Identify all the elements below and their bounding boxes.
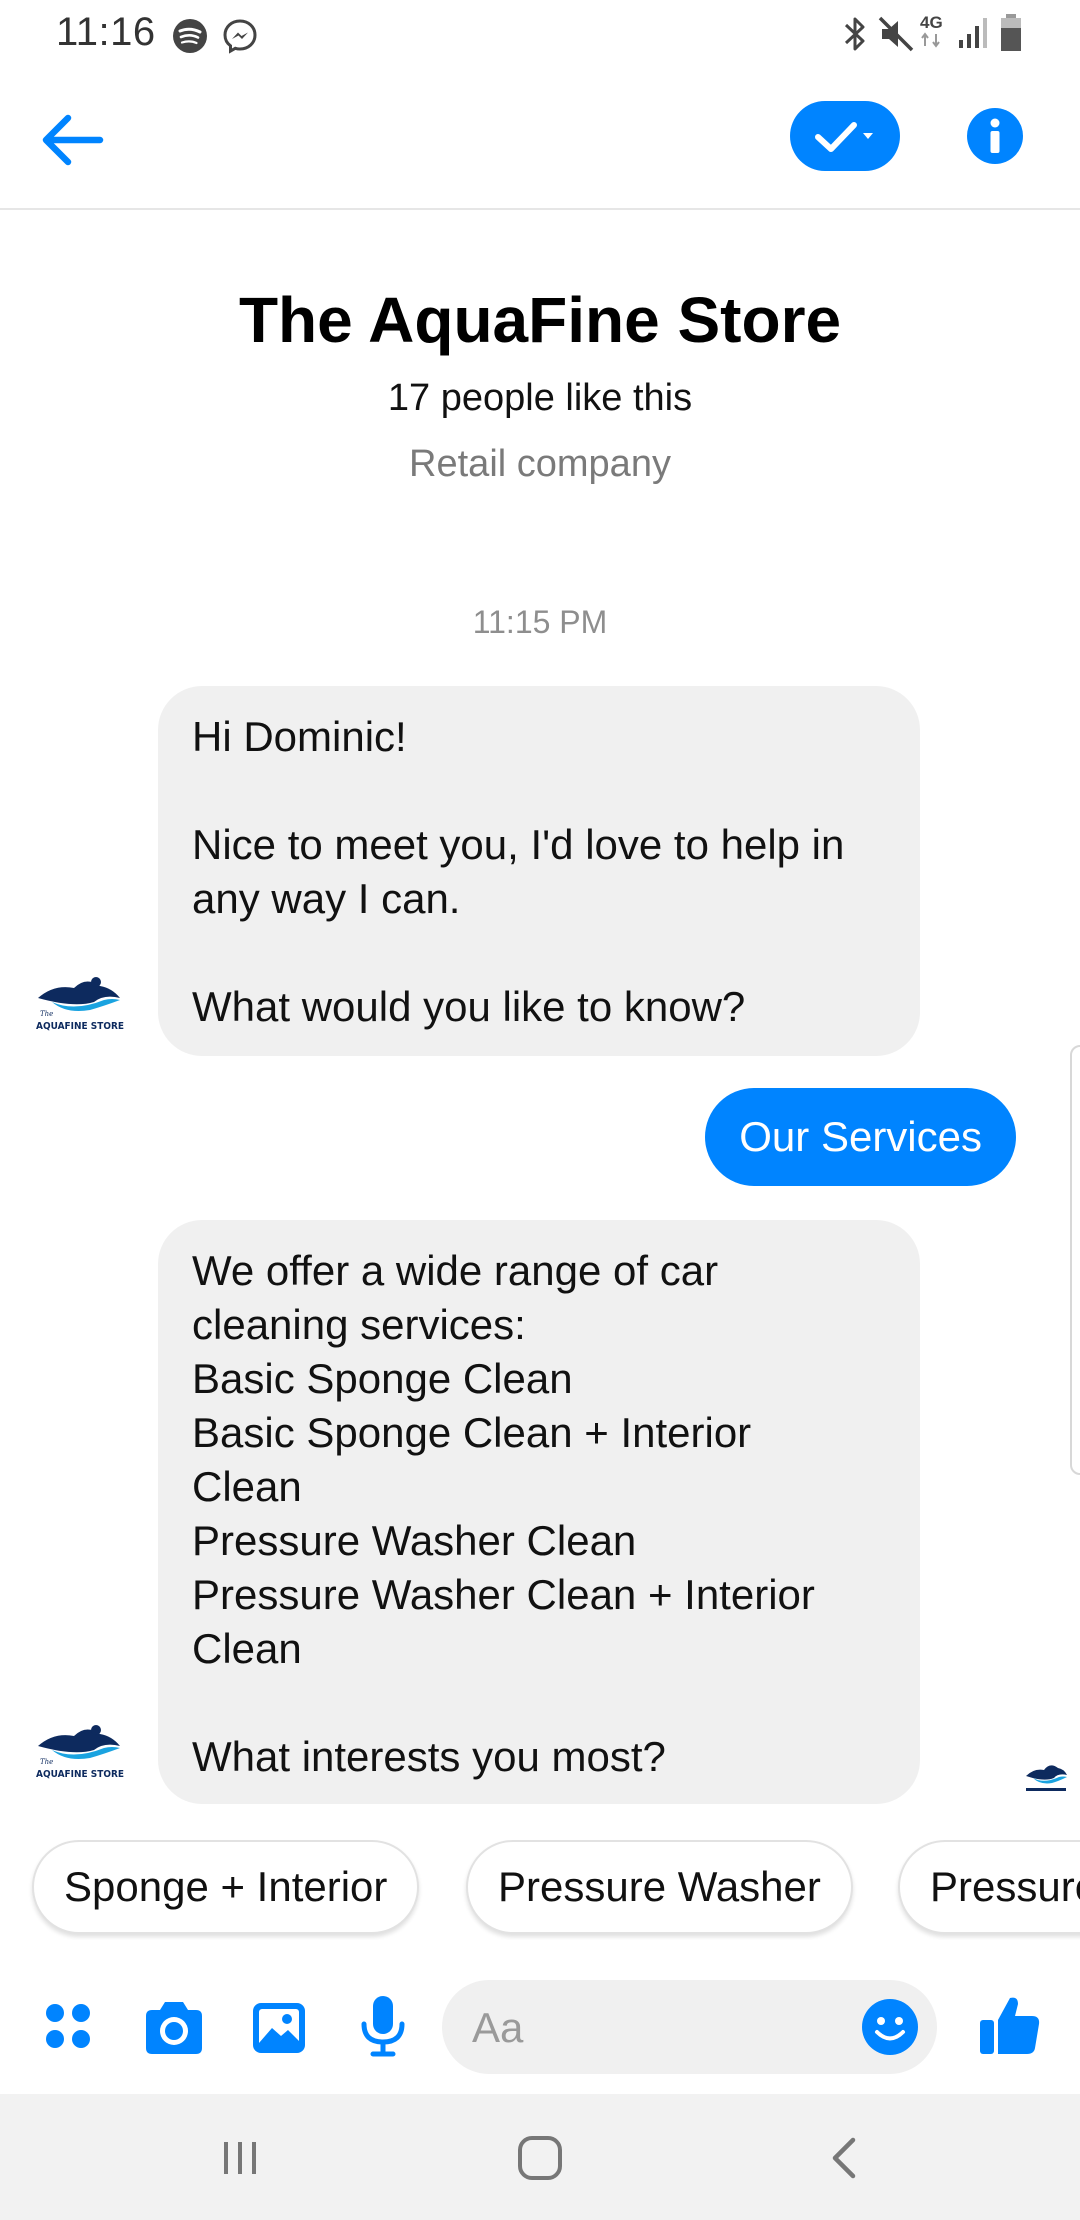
- mark-done-button[interactable]: [790, 101, 900, 171]
- apps-button[interactable]: [40, 1998, 100, 2058]
- aquafine-logo-icon: The AQUAFINE STORE: [36, 1725, 124, 1780]
- recents-button[interactable]: [210, 2128, 270, 2188]
- conversation-header: [0, 70, 1080, 210]
- spotify-icon: [173, 19, 207, 53]
- home-icon: [518, 2136, 562, 2180]
- message-line: What interests you most?: [192, 1733, 666, 1780]
- message-line: What would you like to know?: [192, 983, 746, 1030]
- scroll-indicator[interactable]: [1070, 1045, 1080, 1475]
- logo-text: AQUAFINE STORE: [36, 1769, 124, 1780]
- voice-button[interactable]: [358, 1994, 408, 2060]
- message-timestamp: 11:15 PM: [472, 604, 608, 640]
- message-line: [192, 926, 886, 980]
- message-line: Clean: [192, 1463, 302, 1510]
- thumbs-up-icon: [980, 1997, 1040, 2054]
- arrow-left-icon: [42, 114, 104, 166]
- camera-button[interactable]: [142, 1998, 206, 2058]
- mute-icon: [878, 16, 914, 52]
- camera-icon: [146, 2002, 202, 2054]
- info-icon: [967, 108, 1023, 164]
- logo-small-text: The: [40, 1758, 53, 1766]
- page-likes-count: 17 people like this: [387, 377, 693, 419]
- battery-icon: [1001, 14, 1021, 51]
- outgoing-message-bubble[interactable]: Our Services: [705, 1088, 1016, 1186]
- message-line: any way I can.: [192, 875, 461, 922]
- status-time: 11:16: [56, 10, 156, 54]
- system-navigation-bar: [0, 2094, 1080, 2220]
- page-avatar[interactable]: The AQUAFINE STORE: [34, 972, 126, 1032]
- microphone-icon: [361, 1996, 405, 2057]
- status-bar: 11:16 4G: [0, 0, 1080, 70]
- signal-icon: [959, 18, 987, 48]
- aquafine-logo-icon: The AQUAFINE STORE: [36, 977, 124, 1032]
- home-button[interactable]: [510, 2128, 570, 2188]
- logo-small-text: The: [40, 1010, 53, 1018]
- info-button[interactable]: [965, 106, 1025, 166]
- seen-indicator-avatar: [1024, 1760, 1068, 1794]
- quick-replies-row[interactable]: Sponge + Interior Pressure Washer Pressu…: [0, 1840, 1080, 1940]
- messenger-notification-icon: [223, 19, 257, 54]
- message-input-placeholder: Aa: [472, 2004, 524, 2051]
- back-icon: [832, 2137, 856, 2179]
- quick-reply-button[interactable]: Pressure Washer: [466, 1840, 853, 1934]
- message-line: Basic Sponge Clean: [192, 1355, 573, 1402]
- logo-text: AQUAFINE STORE: [36, 1021, 124, 1032]
- message-line: Clean: [192, 1625, 302, 1672]
- page-avatar[interactable]: The AQUAFINE STORE: [34, 1720, 126, 1780]
- network-type-label: 4G: [920, 13, 943, 32]
- data-arrows-icon: [921, 32, 940, 48]
- emoji-icon: [862, 1999, 918, 2055]
- incoming-message-bubble[interactable]: We offer a wide range of car cleaning se…: [158, 1220, 920, 1804]
- apps-icon: [46, 2004, 90, 2048]
- message-line: Pressure Washer Clean + Interior: [192, 1571, 815, 1618]
- page-category: Retail company: [409, 443, 671, 485]
- checkmark-dropdown-icon: [815, 122, 873, 152]
- quick-reply-button[interactable]: Sponge + Interior: [32, 1840, 420, 1934]
- message-line: Hi Dominic!: [192, 713, 407, 760]
- message-line: [192, 764, 886, 818]
- bluetooth-icon: [844, 17, 865, 51]
- message-line: Pressure Washer Clean: [192, 1517, 637, 1564]
- message-line: [192, 1676, 886, 1730]
- message-line: We offer a wide range of car: [192, 1247, 719, 1294]
- gallery-icon: [253, 2003, 305, 2053]
- like-button[interactable]: [978, 1992, 1042, 2058]
- quick-reply-button[interactable]: Pressure Washer + Interior: [898, 1840, 1080, 1934]
- message-line: Basic Sponge Clean + Interior: [192, 1409, 752, 1456]
- page-title: The AquaFine Store: [238, 284, 842, 356]
- gallery-button[interactable]: [250, 1998, 308, 2058]
- message-line: Nice to meet you, I'd love to help in: [192, 821, 845, 868]
- emoji-button[interactable]: [860, 1997, 920, 2057]
- recents-icon: [224, 2142, 256, 2174]
- system-back-button[interactable]: [815, 2128, 875, 2188]
- aquafine-logo-icon: [1026, 1765, 1067, 1791]
- back-button[interactable]: [40, 110, 110, 170]
- message-line: cleaning services:: [192, 1301, 526, 1348]
- incoming-message-bubble[interactable]: Hi Dominic! Nice to meet you, I'd love t…: [158, 686, 920, 1056]
- message-composer: Aa: [0, 1960, 1080, 2090]
